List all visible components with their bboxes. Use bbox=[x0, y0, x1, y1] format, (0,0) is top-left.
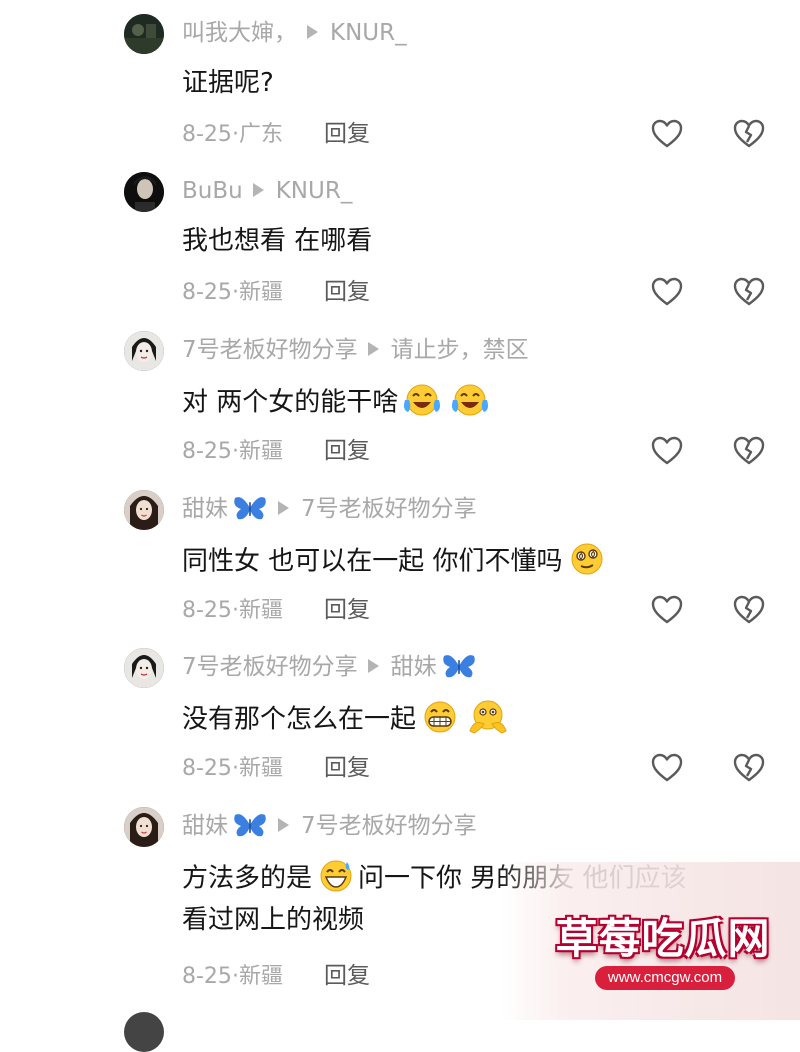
reply-button[interactable]: 回复 bbox=[324, 279, 370, 305]
comment-date: 8-25 bbox=[182, 439, 232, 464]
reply-button[interactable]: 回复 bbox=[324, 597, 370, 623]
comment-meta: 8-25·新疆 回复 bbox=[182, 279, 370, 305]
comment-location: 新疆 bbox=[238, 439, 283, 464]
comment-meta: 8-25·广东 回复 bbox=[182, 121, 370, 147]
comment-meta: 8-25·新疆 回复 bbox=[182, 755, 370, 781]
username[interactable]: 7号老板好物分享 bbox=[182, 337, 358, 363]
butterfly-icon bbox=[442, 654, 475, 677]
reply-arrow-icon bbox=[307, 24, 318, 39]
broken-heart-icon[interactable] bbox=[732, 594, 766, 626]
tears-of-joy-emoji-icon bbox=[452, 384, 489, 416]
comment-line: 同性女 也可以在一起 你们不懂吗 bbox=[182, 542, 609, 577]
comment-meta: 8-25·新疆 回复 bbox=[182, 438, 370, 464]
avatar[interactable] bbox=[124, 1012, 164, 1052]
grimacing-emoji-icon bbox=[424, 701, 456, 733]
comment-location: 新疆 bbox=[238, 756, 283, 781]
comment-date: 8-25 bbox=[182, 598, 232, 623]
avatar-image bbox=[124, 648, 164, 688]
username[interactable]: 甜妹 bbox=[182, 496, 228, 522]
comment-line: 证据呢? bbox=[182, 68, 274, 98]
like-heart-icon[interactable] bbox=[650, 118, 684, 150]
username[interactable]: 甜妹 bbox=[182, 813, 228, 839]
avatar[interactable] bbox=[124, 14, 164, 54]
reply-to-username[interactable]: 7号老板好物分享 bbox=[301, 496, 477, 522]
dizzy-face-emoji-icon bbox=[571, 543, 603, 575]
comment-header: BuBu KNUR_ bbox=[182, 175, 352, 207]
avatar-image bbox=[124, 807, 164, 847]
comment-line-text: 对 两个女的能干啥 bbox=[182, 387, 399, 418]
reply-to-username[interactable]: KNUR_ bbox=[276, 178, 353, 204]
avatar-image bbox=[124, 331, 164, 371]
reply-arrow-icon bbox=[367, 341, 379, 356]
watermark-logo: 草莓吃瓜网 bbox=[555, 914, 771, 963]
reply-to-username[interactable]: 请止步，禁区 bbox=[391, 337, 529, 363]
reply-arrow-icon bbox=[367, 658, 379, 673]
comment-date: 8-25 bbox=[182, 964, 232, 989]
reply-arrow-icon bbox=[278, 817, 289, 832]
avatar-image bbox=[124, 14, 164, 54]
butterfly-icon bbox=[234, 496, 266, 519]
broken-heart-icon[interactable] bbox=[732, 752, 766, 784]
comment-header: 7号老板好物分享 甜妹 bbox=[182, 651, 477, 683]
reply-to-username[interactable]: 7号老板好物分享 bbox=[301, 813, 477, 839]
comment-location: 新疆 bbox=[238, 280, 283, 305]
like-heart-icon[interactable] bbox=[650, 435, 684, 467]
reply-arrow-icon bbox=[252, 182, 264, 197]
comment-header: 甜妹 7号老板好物分享 bbox=[182, 493, 477, 525]
comment-date: 8-25 bbox=[182, 122, 232, 147]
comment-header: 叫我大婶， KNUR_ bbox=[182, 17, 407, 49]
reply-button[interactable]: 回复 bbox=[324, 963, 370, 989]
avatar[interactable] bbox=[124, 648, 164, 688]
butterfly-icon bbox=[234, 813, 266, 836]
peeking-emoji-icon bbox=[469, 700, 507, 734]
avatar[interactable] bbox=[124, 331, 164, 371]
reply-button[interactable]: 回复 bbox=[324, 121, 370, 147]
comment-line: 我也想看 在哪看 bbox=[182, 226, 373, 256]
username[interactable]: 叫我大婶， bbox=[182, 20, 297, 46]
comment-header: 甜妹 7号老板好物分享 bbox=[182, 810, 477, 842]
broken-heart-icon[interactable] bbox=[732, 118, 766, 150]
username[interactable]: 7号老板好物分享 bbox=[182, 654, 358, 680]
like-heart-icon[interactable] bbox=[650, 752, 684, 784]
comment-line-text: 方法多的是 bbox=[182, 863, 313, 894]
username[interactable]: BuBu bbox=[182, 178, 243, 204]
sweat-smile-emoji-icon bbox=[320, 860, 352, 892]
comment-line-text: 没有那个怎么在一起 bbox=[182, 704, 417, 735]
comment-meta: 8-25·新疆 回复 bbox=[182, 597, 370, 623]
avatar[interactable] bbox=[124, 172, 164, 212]
avatar-image bbox=[124, 172, 164, 212]
reply-to-username[interactable]: 甜妹 bbox=[391, 654, 437, 680]
reply-button[interactable]: 回复 bbox=[324, 755, 370, 781]
like-heart-icon[interactable] bbox=[650, 594, 684, 626]
broken-heart-icon[interactable] bbox=[732, 276, 766, 308]
comment-location: 新疆 bbox=[238, 598, 283, 623]
comment-location: 新疆 bbox=[238, 964, 283, 989]
like-heart-icon[interactable] bbox=[650, 276, 684, 308]
comment-date: 8-25 bbox=[182, 756, 232, 781]
watermark-url: www.cmcgw.com bbox=[595, 966, 735, 990]
comment-meta: 8-25·新疆 回复 bbox=[182, 963, 370, 989]
reply-to-username[interactable]: KNUR_ bbox=[330, 20, 407, 46]
comment-location: 广东 bbox=[238, 122, 283, 147]
avatar[interactable] bbox=[124, 807, 164, 847]
avatar[interactable] bbox=[124, 490, 164, 530]
avatar-image bbox=[124, 490, 164, 530]
comment-date: 8-25 bbox=[182, 280, 232, 305]
broken-heart-icon[interactable] bbox=[732, 435, 766, 467]
comment-line-text: 同性女 也可以在一起 你们不懂吗 bbox=[182, 546, 563, 577]
reply-button[interactable]: 回复 bbox=[324, 438, 370, 464]
tears-of-joy-emoji-icon bbox=[404, 384, 441, 416]
comment-line: 对 两个女的能干啥 bbox=[182, 383, 494, 418]
reply-arrow-icon bbox=[278, 500, 289, 515]
comment-line: 没有那个怎么在一起 bbox=[182, 700, 512, 735]
comment-header: 7号老板好物分享 请止步，禁区 bbox=[182, 334, 529, 366]
